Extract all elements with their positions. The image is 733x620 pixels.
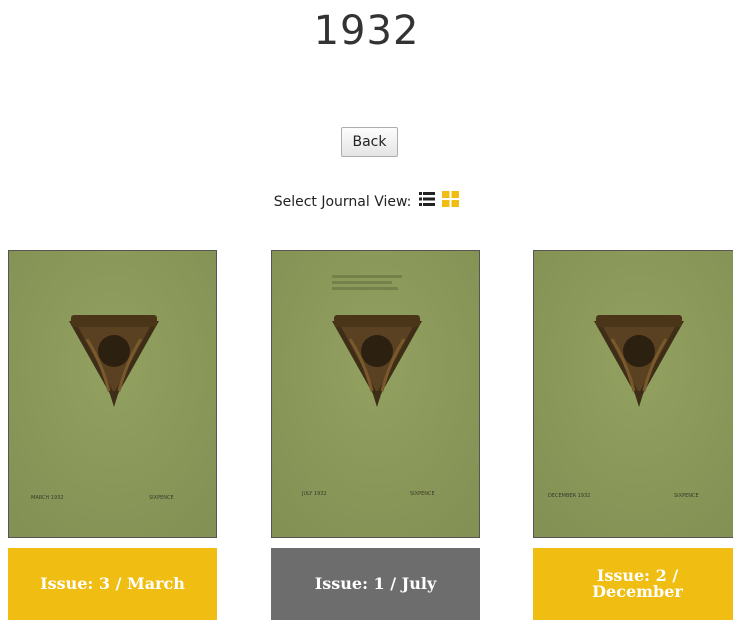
journal-cover-image[interactable]: MARCH 1932 SIXPENCE xyxy=(8,250,217,538)
cover-date-text: MARCH 1932 xyxy=(31,495,64,501)
issue-caption[interactable]: Issue: 1 / July xyxy=(271,548,480,620)
cover-price-text: SIXPENCE xyxy=(410,491,435,497)
page-title: 1932 xyxy=(313,8,420,54)
cover-price-text: SIXPENCE xyxy=(674,493,699,499)
issue-caption[interactable]: Issue: 3 / March xyxy=(8,548,217,620)
cover-date-text: JULY 1932 xyxy=(301,491,327,497)
cover-date-text: DECEMBER 1932 xyxy=(548,493,590,499)
journal-issue-card[interactable]: JULY 1932 SIXPENCE Issue: 1 / July xyxy=(271,250,480,620)
back-button[interactable]: Back xyxy=(341,127,398,157)
journal-cover-image[interactable]: DECEMBER 1932 SIXPENCE xyxy=(533,250,733,538)
issue-caption[interactable]: Issue: 2 / December xyxy=(533,548,733,620)
journal-cover-image[interactable]: JULY 1932 SIXPENCE xyxy=(271,250,480,538)
journal-view-selector: Select Journal View: xyxy=(0,191,733,213)
cover-price-text: SIXPENCE xyxy=(149,495,174,501)
view-select-label: Select Journal View: xyxy=(273,194,412,210)
journal-issue-card[interactable]: MARCH 1932 SIXPENCE Issue: 3 / March xyxy=(8,250,217,620)
grid-view-icon[interactable] xyxy=(442,191,460,213)
stamp-mark-icon xyxy=(332,275,402,290)
list-view-icon[interactable] xyxy=(418,192,435,212)
journal-issue-card[interactable]: DECEMBER 1932 SIXPENCE Issue: 2 / Decemb… xyxy=(533,250,733,620)
